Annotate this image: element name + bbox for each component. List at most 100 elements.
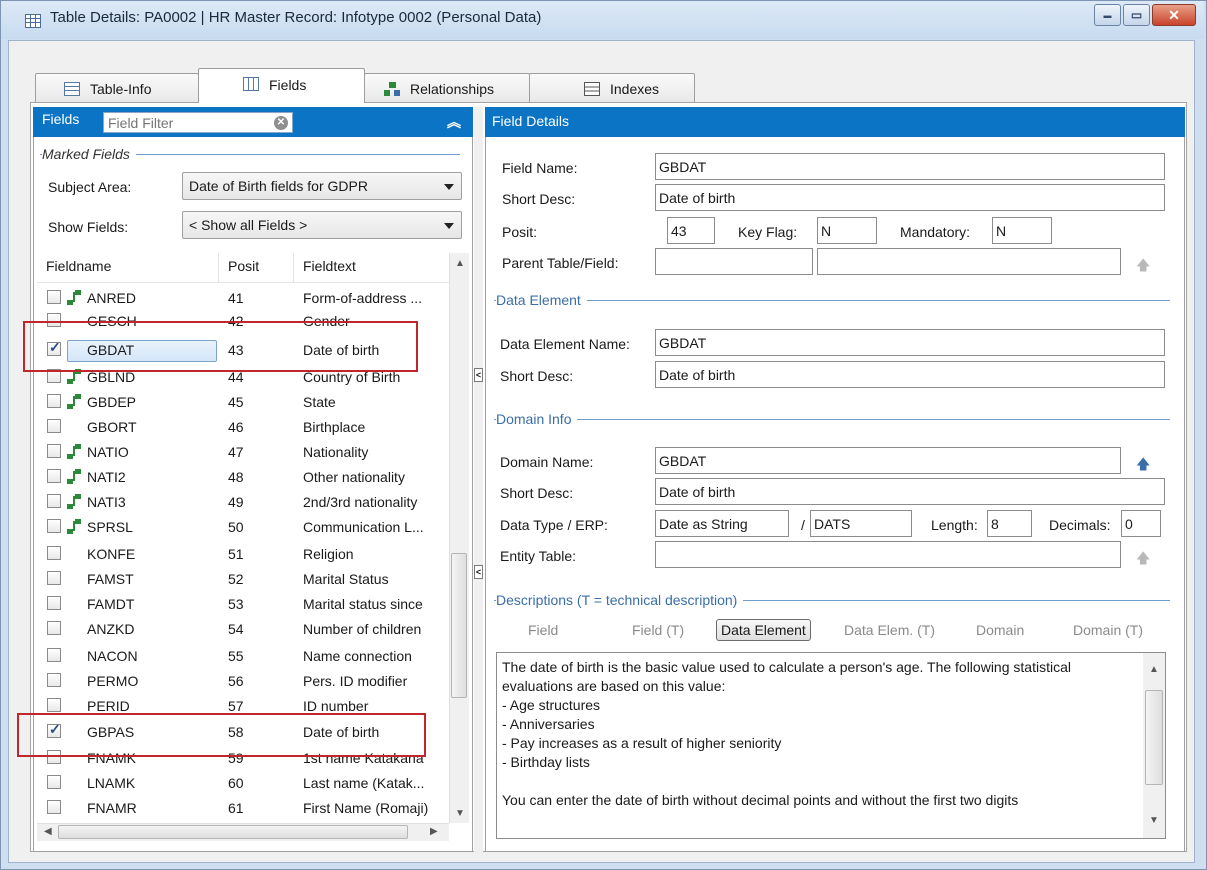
row-checkbox[interactable] bbox=[47, 394, 61, 408]
splitter[interactable] bbox=[474, 107, 483, 852]
table-row[interactable]: SPRSL 50 Communication L... bbox=[37, 517, 449, 539]
table-row[interactable]: ANZKD 54 Number of children bbox=[37, 619, 449, 641]
scroll-up-icon[interactable]: ▲ bbox=[1149, 664, 1159, 675]
desc-tab-field-technical[interactable]: Field (T) bbox=[632, 622, 684, 638]
row-checkbox[interactable] bbox=[47, 673, 61, 687]
data-element-group-label: Data Element bbox=[496, 292, 587, 308]
posit-field[interactable]: 43 bbox=[667, 217, 715, 244]
splitter-left-icon[interactable]: < bbox=[474, 368, 483, 382]
table-row[interactable]: FNAMR 61 First Name (Romaji) bbox=[37, 798, 449, 820]
length-field[interactable]: 8 bbox=[987, 510, 1032, 537]
desc-tab-data-element[interactable]: Data Element bbox=[716, 619, 811, 641]
row-fieldtext: Number of children bbox=[303, 621, 422, 637]
close-button[interactable]: ✕ bbox=[1152, 4, 1196, 26]
parent-table-field[interactable] bbox=[655, 248, 813, 275]
data-type-field[interactable]: Date as String bbox=[655, 510, 789, 537]
maximize-button[interactable]: ▭ bbox=[1123, 4, 1150, 26]
row-checkbox[interactable] bbox=[47, 571, 61, 585]
row-checkbox[interactable] bbox=[47, 469, 61, 483]
domain-short-desc-field[interactable]: Date of birth bbox=[655, 478, 1165, 505]
row-posit: 52 bbox=[228, 571, 244, 587]
table-row[interactable]: NATI2 48 Other nationality bbox=[37, 467, 449, 489]
show-fields-select[interactable]: < Show all Fields > bbox=[182, 211, 462, 239]
row-checkbox[interactable] bbox=[47, 648, 61, 662]
de-short-desc-field[interactable]: Date of birth bbox=[655, 361, 1165, 388]
row-checkbox[interactable] bbox=[47, 494, 61, 508]
parent-field-field[interactable] bbox=[817, 248, 1121, 275]
table-row[interactable]: FAMDT 53 Marital status since bbox=[37, 594, 449, 616]
table-row[interactable]: GBORT 46 Birthplace bbox=[37, 417, 449, 439]
minimize-button[interactable]: ▬ bbox=[1094, 4, 1121, 26]
field-filter-input[interactable] bbox=[103, 112, 293, 133]
clear-filter-icon[interactable]: ✕ bbox=[274, 116, 288, 130]
column-header-fieldname[interactable]: Fieldname bbox=[46, 258, 111, 274]
data-element-name-field[interactable]: GBDAT bbox=[655, 329, 1165, 356]
scroll-down-icon[interactable]: ▼ bbox=[1149, 815, 1159, 826]
row-posit: 55 bbox=[228, 648, 244, 664]
row-checkbox[interactable] bbox=[47, 800, 61, 814]
domain-name-field[interactable]: GBDAT bbox=[655, 447, 1121, 474]
decimals-field[interactable]: 0 bbox=[1121, 510, 1161, 537]
table-row[interactable]: NACON 55 Name connection bbox=[37, 646, 449, 668]
column-header-posit[interactable]: Posit bbox=[228, 258, 259, 274]
row-checkbox[interactable] bbox=[47, 775, 61, 789]
navigate-up-icon[interactable]: 🡅 bbox=[1136, 548, 1150, 566]
row-posit: 60 bbox=[228, 775, 244, 791]
field-name-field[interactable]: GBDAT bbox=[655, 153, 1165, 180]
tab-indexes[interactable]: Indexes bbox=[529, 73, 695, 103]
tab-fields[interactable]: Fields bbox=[198, 68, 365, 103]
short-desc-field[interactable]: Date of birth bbox=[655, 184, 1165, 211]
tab-relationships[interactable]: Relationships bbox=[364, 73, 530, 103]
table-row[interactable]: NATIO 47 Nationality bbox=[37, 442, 449, 464]
table-row[interactable]: PERMO 56 Pers. ID modifier bbox=[37, 671, 449, 693]
row-checkbox[interactable] bbox=[47, 419, 61, 433]
table-row[interactable]: FAMST 52 Marital Status bbox=[37, 569, 449, 591]
foreign-key-icon bbox=[67, 394, 81, 410]
scroll-left-icon[interactable]: ◀ bbox=[44, 826, 52, 837]
column-header-fieldtext[interactable]: Fieldtext bbox=[303, 258, 356, 274]
table-row[interactable]: GBDEP 45 State bbox=[37, 392, 449, 414]
row-checkbox[interactable] bbox=[47, 444, 61, 458]
table-row[interactable]: LNAMK 60 Last name (Katak... bbox=[37, 773, 449, 795]
collapse-up-icon[interactable]: ︽ bbox=[447, 112, 461, 132]
desc-tab-domain[interactable]: Domain bbox=[976, 622, 1024, 638]
scroll-up-icon[interactable]: ▲ bbox=[455, 258, 465, 269]
column-separator[interactable] bbox=[218, 253, 219, 283]
mandatory-field[interactable]: N bbox=[992, 217, 1052, 244]
field-details-title: Field Details bbox=[492, 113, 570, 129]
vertical-scrollbar[interactable] bbox=[449, 253, 469, 823]
row-checkbox[interactable] bbox=[47, 621, 61, 635]
navigate-up-icon[interactable]: 🡅 bbox=[1136, 255, 1150, 273]
foreign-key-icon bbox=[67, 469, 81, 485]
navigate-up-icon[interactable]: 🡅 bbox=[1136, 454, 1150, 472]
entity-table-field[interactable] bbox=[655, 541, 1121, 568]
desc-tab-data-element-technical[interactable]: Data Elem. (T) bbox=[844, 622, 935, 638]
window-title: Table Details: PA0002 | HR Master Record… bbox=[50, 9, 542, 26]
key-flag-field[interactable]: N bbox=[817, 217, 877, 244]
row-checkbox[interactable] bbox=[47, 596, 61, 610]
desc-tab-field[interactable]: Field bbox=[528, 622, 558, 638]
table-row[interactable]: ANRED 41 Form-of-address ... bbox=[37, 288, 449, 310]
row-checkbox[interactable] bbox=[47, 698, 61, 712]
table-row[interactable]: NATI3 49 2nd/3rd nationality bbox=[37, 492, 449, 514]
scroll-down-icon[interactable]: ▼ bbox=[455, 808, 465, 819]
scroll-right-icon[interactable]: ▶ bbox=[430, 826, 438, 837]
row-checkbox[interactable] bbox=[47, 546, 61, 560]
erp-type-field[interactable]: DATS bbox=[810, 510, 912, 537]
minimize-icon: ▬ bbox=[1103, 10, 1112, 20]
desc-tab-domain-technical[interactable]: Domain (T) bbox=[1073, 622, 1143, 638]
row-checkbox[interactable] bbox=[47, 290, 61, 304]
splitter-left-icon[interactable]: < bbox=[474, 565, 483, 579]
table-icon bbox=[64, 81, 80, 96]
row-checkbox[interactable] bbox=[47, 519, 61, 533]
subject-area-select[interactable]: Date of Birth fields for GDPR bbox=[182, 172, 462, 200]
dropdown-arrow-icon bbox=[444, 184, 454, 190]
tab-table-info[interactable]: Table-Info bbox=[35, 73, 199, 103]
table-row[interactable]: KONFE 51 Religion bbox=[37, 544, 449, 566]
column-separator[interactable] bbox=[293, 253, 294, 283]
vertical-scroll-thumb[interactable] bbox=[451, 553, 467, 698]
posit-label: Posit: bbox=[502, 224, 538, 240]
description-scroll-thumb[interactable] bbox=[1145, 690, 1163, 785]
horizontal-scroll-thumb[interactable] bbox=[58, 825, 408, 839]
foreign-key-icon bbox=[67, 290, 81, 306]
